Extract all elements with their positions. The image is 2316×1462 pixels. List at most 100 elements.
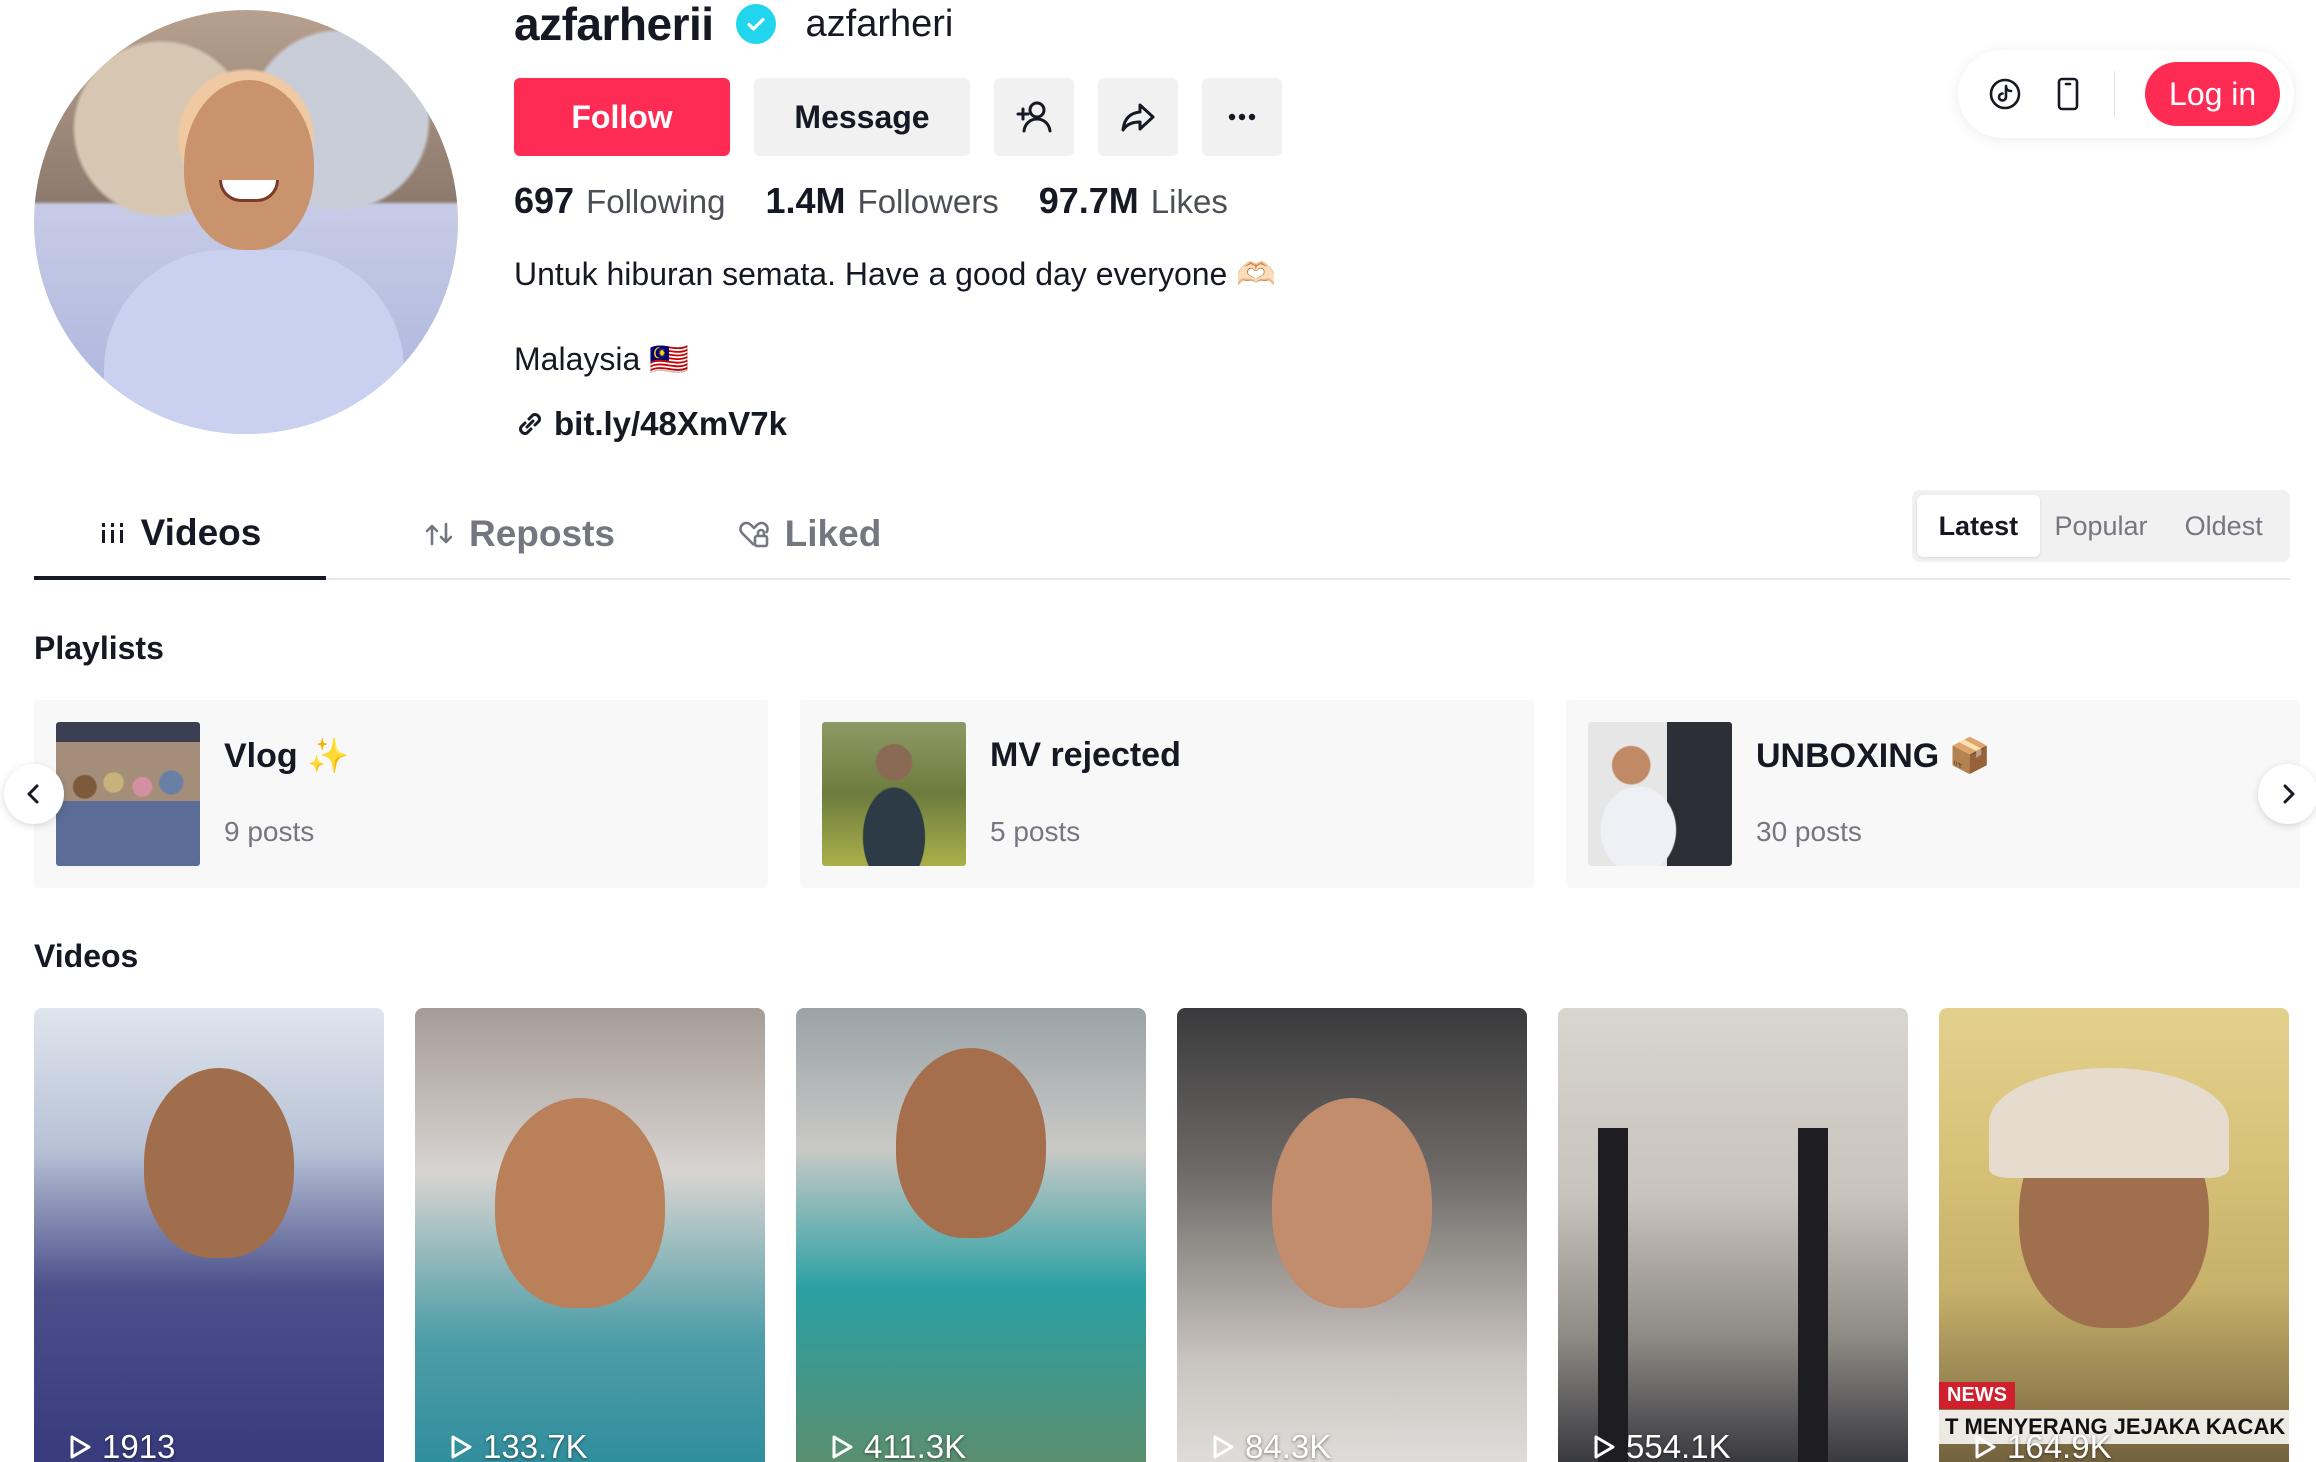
tab-reposts[interactable]: Reposts [374,490,664,578]
follow-button[interactable]: Follow [514,78,730,156]
avatar-face [184,80,314,250]
tab-liked[interactable]: Liked [694,490,924,578]
tab-label: Videos [140,512,262,553]
carousel-next-button[interactable] [2258,764,2316,824]
chevron-right-icon [2283,784,2295,804]
playlist-count: 30 posts [1756,816,1862,847]
stat-label: Followers [857,183,999,220]
video-views: 133.7K [445,1428,588,1462]
get-app-button[interactable] [2052,76,2084,112]
chevron-left-icon [27,784,39,804]
play-icon [1975,1435,1996,1459]
more-icon [1228,113,1256,121]
avatar-shirt [104,250,404,434]
repost-icon [425,522,453,546]
stat-label: Likes [1150,183,1228,220]
view-count: 164.9K [2007,1428,2112,1462]
view-count: 133.7K [483,1428,588,1462]
video-card[interactable]: 1913 [34,1008,384,1462]
tiktok-icon [1989,78,2021,110]
stat-followers[interactable]: 1.4M Followers [765,180,998,222]
video-views: 164.9K [1969,1428,2112,1462]
view-count: 1913 [102,1428,176,1462]
profile-avatar [34,10,458,434]
video-card[interactable]: 411.3K [796,1008,1146,1462]
play-icon [70,1435,91,1459]
playlists-heading: Playlists [34,630,164,666]
tiktok-coins-button[interactable] [1988,76,2022,112]
playlist-title: UNBOXING 📦 [1756,737,1992,775]
video-views: 411.3K [826,1428,966,1462]
verified-badge-icon [735,4,776,44]
playlist-card[interactable]: Vlog ✨ 9 posts [34,700,768,888]
video-card[interactable]: 133.7K [415,1008,765,1462]
add-friend-button[interactable] [994,78,1074,156]
playlist-count: 9 posts [224,816,315,847]
playlist-card[interactable]: UNBOXING 📦 30 posts [1566,700,2300,888]
play-icon [451,1435,472,1459]
playlist-thumbnail [56,722,200,866]
username-row: azfarherii azfarheri [514,0,954,50]
profile-stats: 697 Following 1.4M Followers 97.7M Likes [514,180,1228,222]
stat-label: Following [586,183,726,220]
sort-control: Latest Popular Oldest [1912,490,2290,562]
link-text: bit.ly/48XmV7k [554,405,787,442]
video-views: 1913 [64,1428,175,1462]
heart-lock-icon [738,521,769,548]
playlist-thumbnail [822,722,966,866]
view-count: 554.1K [1626,1428,1731,1462]
profile-actions: Follow Message [514,78,1282,156]
video-card[interactable]: 84.3K [1177,1008,1527,1462]
playlist-count: 5 posts [990,816,1081,847]
view-count: 84.3K [1245,1428,1332,1462]
add-user-icon [1016,101,1052,133]
video-card[interactable]: NEWS T MENYERANG JEJAKA KACAK 164.9K [1939,1008,2289,1462]
video-subject [896,1048,1046,1238]
phone-icon [2057,77,2079,111]
view-count: 411.3K [864,1428,967,1462]
play-icon [832,1435,853,1459]
tab-videos[interactable]: Videos [34,490,326,580]
playlist-title: Vlog ✨ [224,737,350,775]
video-subject [1272,1098,1432,1308]
video-views: 84.3K [1207,1428,1331,1462]
username: azfarherii [514,0,714,50]
message-button[interactable]: Message [754,78,970,156]
playlists-carousel: Vlog ✨ 9 posts MV rejected 5 posts UNBOX… [34,700,2300,888]
playlist-thumbnail [1588,722,1732,866]
share-button[interactable] [1098,78,1178,156]
stat-value: 697 [514,180,575,221]
video-subject [495,1098,665,1308]
profile-bio: Untuk hiburan semata. Have a good day ev… [514,256,1277,292]
video-grid: 1913 133.7K 411.3K 84.3K 554.1K NEWS T M… [34,1008,2290,1462]
play-icon [1213,1435,1234,1459]
share-icon [1121,103,1155,132]
divider [2114,71,2116,117]
more-options-button[interactable] [1202,78,1282,156]
video-subject [144,1068,294,1258]
stat-following[interactable]: 697 Following [514,180,725,222]
grid-icon [101,523,123,543]
link-icon [519,413,541,435]
video-views: 554.1K [1588,1428,1731,1462]
carousel-prev-button[interactable] [4,764,64,824]
video-cap [1989,1068,2229,1178]
tab-label: Liked [784,513,882,554]
profile-link[interactable]: bit.ly/48XmV7k [514,405,787,443]
video-subject [1798,1128,1828,1462]
news-badge: NEWS [1939,1382,2015,1409]
login-button[interactable]: Log in [2145,62,2280,126]
sort-popular[interactable]: Popular [2040,495,2163,557]
sort-latest[interactable]: Latest [1917,495,2040,557]
video-card[interactable]: 554.1K [1558,1008,1908,1462]
stat-value: 1.4M [765,180,846,221]
video-subject [1598,1128,1628,1462]
nickname: azfarheri [805,2,954,45]
play-icon [1594,1435,1615,1459]
videos-heading: Videos [34,938,139,974]
playlist-card[interactable]: MV rejected 5 posts [800,700,1534,888]
playlist-title: MV rejected [990,736,1181,774]
sort-oldest[interactable]: Oldest [2162,495,2285,557]
tab-label: Reposts [469,513,615,554]
stat-value: 97.7M [1038,180,1139,221]
